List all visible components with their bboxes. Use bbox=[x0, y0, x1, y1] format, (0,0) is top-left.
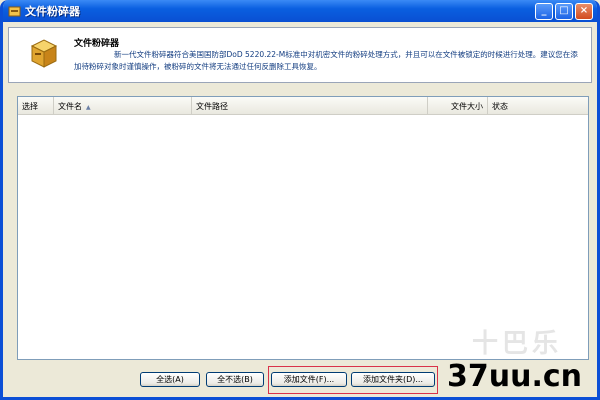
header-title: 文件粉碎器 bbox=[74, 39, 120, 49]
window-title: 文件粉碎器 bbox=[25, 5, 80, 18]
minimize-button[interactable]: _ bbox=[535, 2, 553, 20]
select-all-button[interactable]: 全选(A) bbox=[140, 372, 200, 387]
info-header: 文件粉碎器 新一代文件粉碎器符合美国国防部DoD 5220.22-M标准中对机密… bbox=[8, 27, 592, 83]
column-status[interactable]: 状态 bbox=[488, 97, 588, 114]
column-file-name[interactable]: 文件名 ▲ bbox=[54, 97, 192, 114]
faint-watermark: 十巴乐 bbox=[471, 329, 562, 359]
sort-up-icon: ▲ bbox=[86, 104, 91, 111]
maximize-button[interactable]: □ bbox=[555, 2, 573, 20]
site-watermark: 37uu.cn bbox=[447, 359, 582, 394]
header-description: 新一代文件粉碎器符合美国国防部DoD 5220.22-M标准中对机密文件的粉碎处… bbox=[74, 50, 578, 71]
file-list[interactable]: 选择 文件名 ▲ 文件路径 文件大小 状态 bbox=[17, 96, 589, 360]
title-bar[interactable]: 文件粉碎器 _ □ × bbox=[3, 0, 597, 22]
shredder-app-icon bbox=[7, 4, 21, 18]
shredder-box-icon bbox=[29, 36, 59, 70]
column-select[interactable]: 选择 bbox=[18, 97, 54, 114]
close-button[interactable]: × bbox=[575, 2, 593, 20]
column-file-size[interactable]: 文件大小 bbox=[428, 97, 488, 114]
column-file-path[interactable]: 文件路径 bbox=[192, 97, 428, 114]
highlight-box bbox=[268, 366, 438, 394]
list-header: 选择 文件名 ▲ 文件路径 文件大小 状态 bbox=[18, 97, 588, 115]
select-none-button[interactable]: 全不选(B) bbox=[206, 372, 264, 387]
